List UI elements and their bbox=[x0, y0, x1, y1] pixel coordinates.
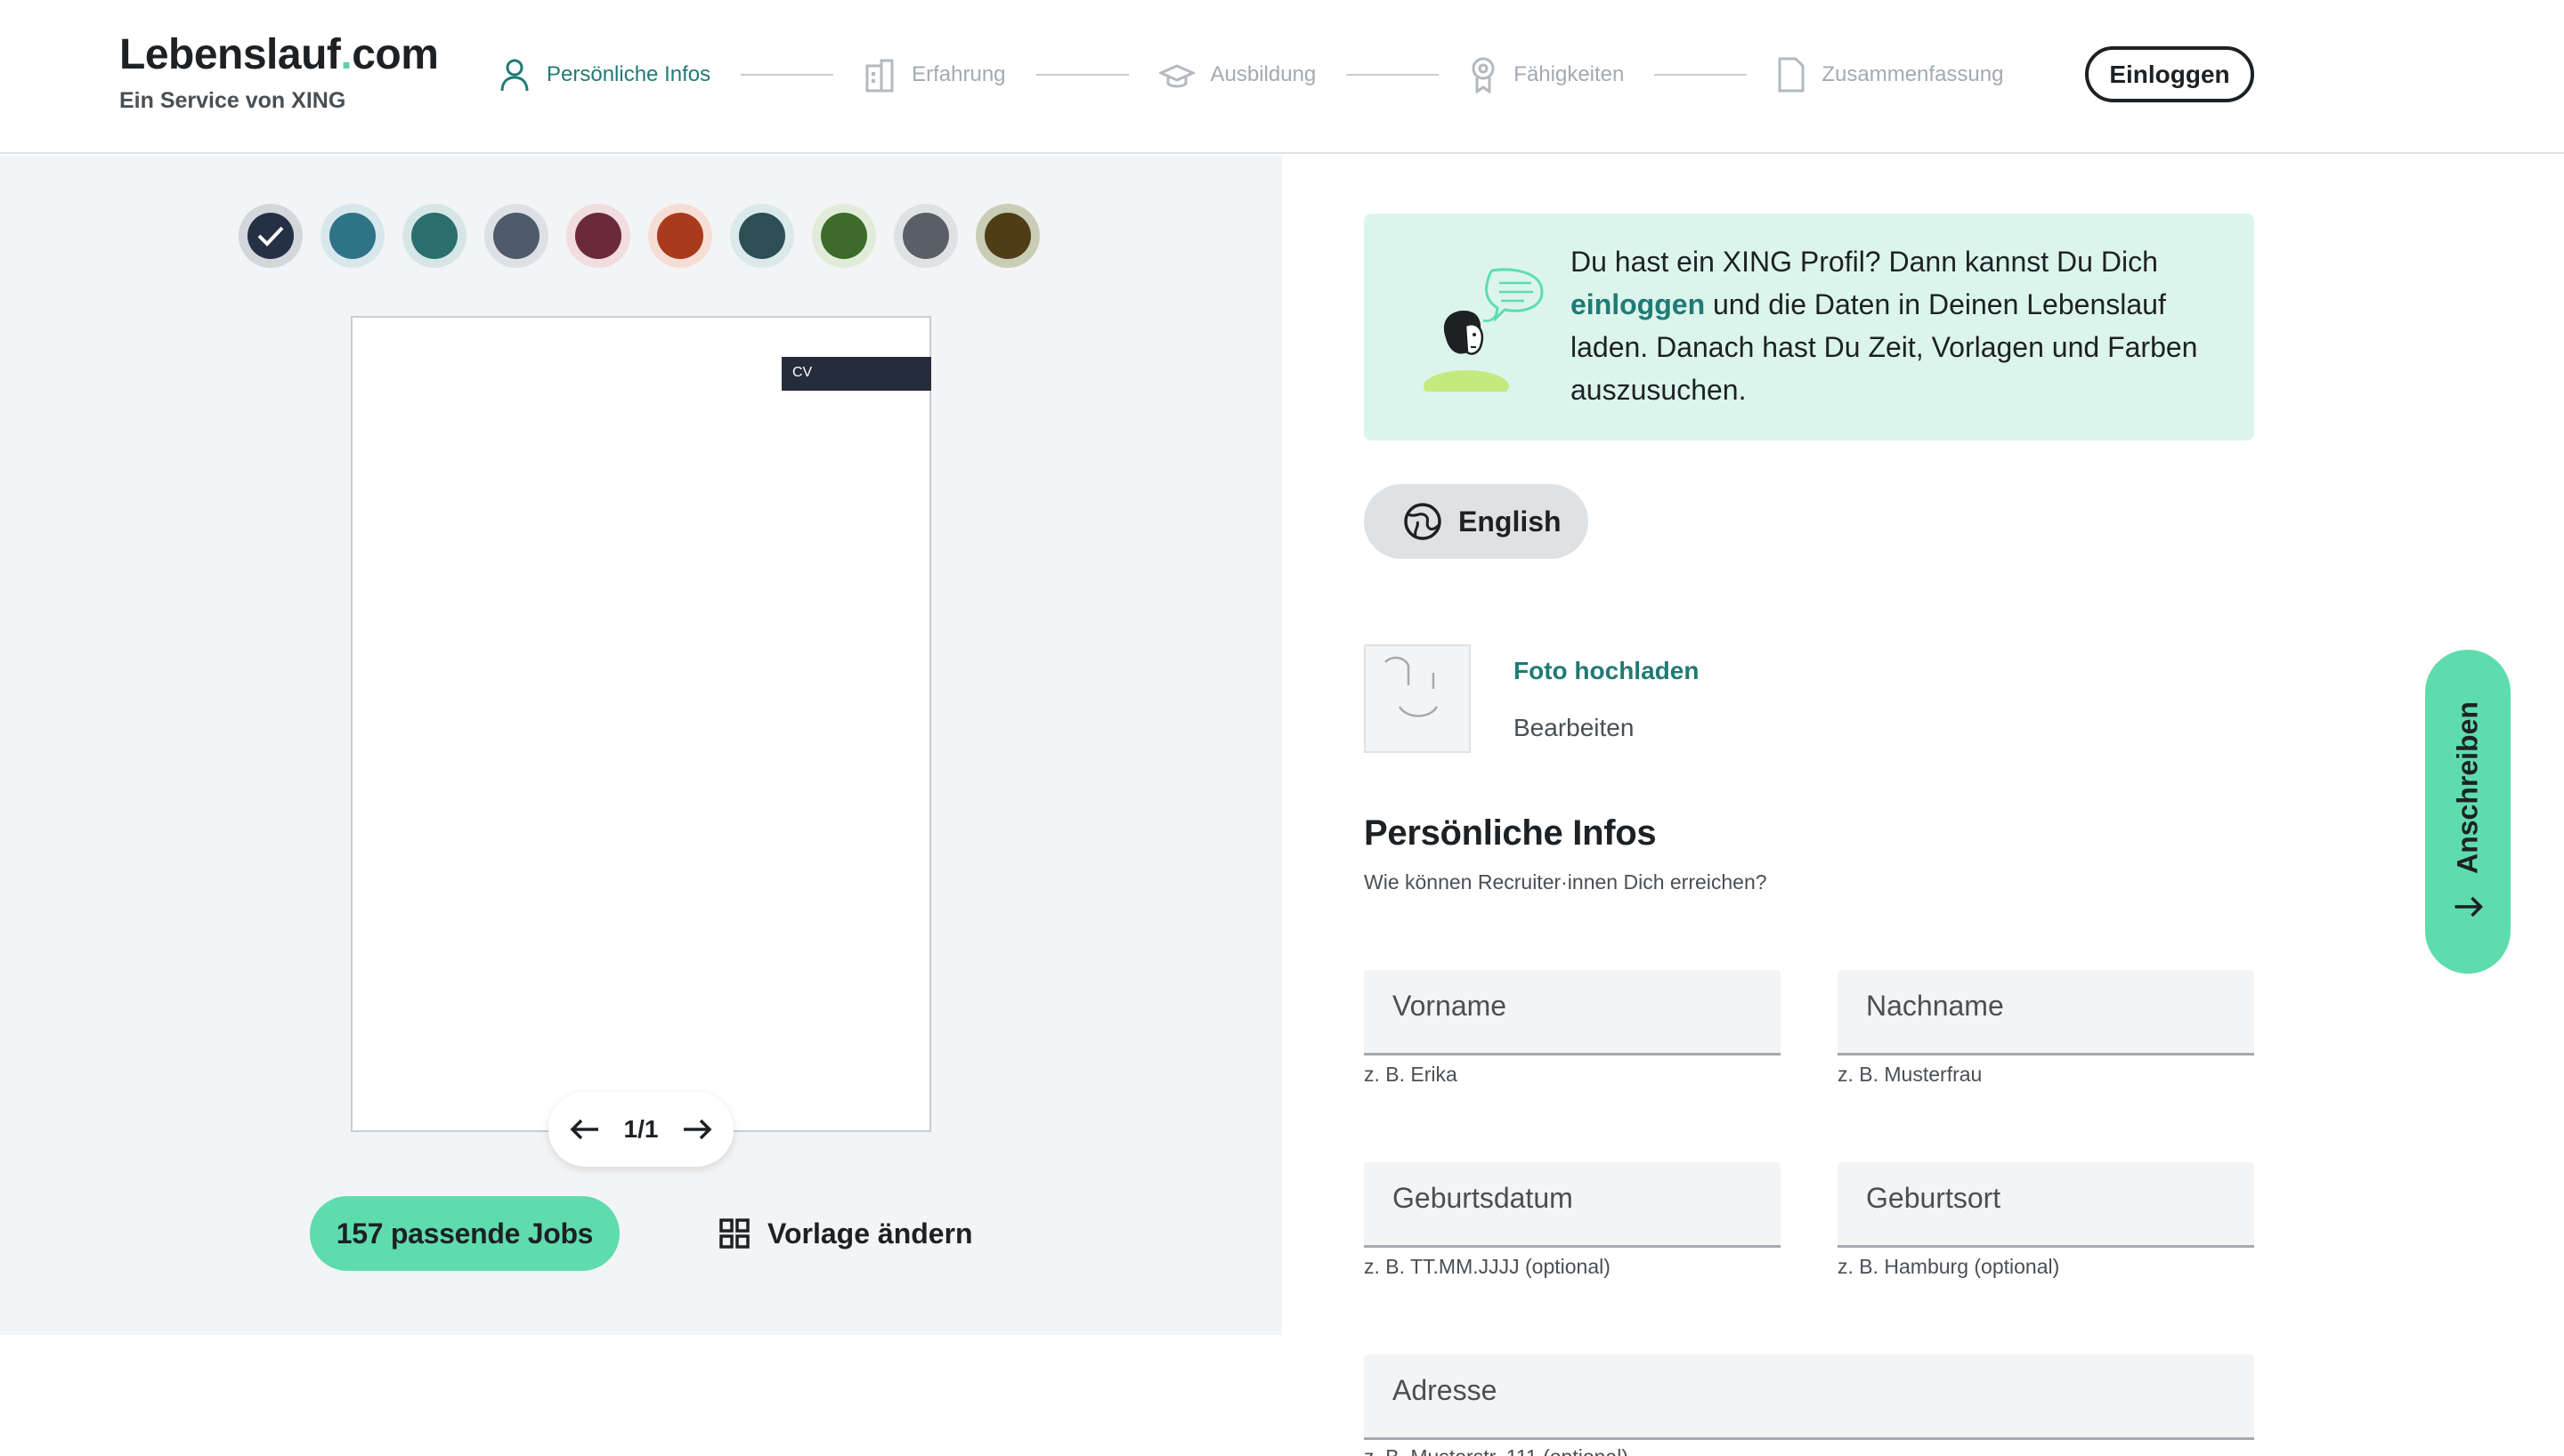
logo[interactable]: Lebenslauf.com Ein Service von XING bbox=[119, 30, 439, 114]
color-swatch[interactable] bbox=[320, 204, 385, 268]
change-template-button[interactable]: Vorlage ändern bbox=[719, 1196, 973, 1271]
color-swatch[interactable] bbox=[239, 204, 303, 268]
person-speech-illustration bbox=[1417, 267, 1551, 402]
color-swatch[interactable] bbox=[812, 204, 876, 268]
color-swatch-fill bbox=[575, 213, 621, 259]
step-personal-info[interactable]: Persönliche Infos bbox=[499, 57, 710, 93]
color-swatch-fill bbox=[657, 213, 703, 259]
last-name-field[interactable]: Nachname bbox=[1838, 970, 2254, 1056]
color-swatch[interactable] bbox=[894, 204, 958, 268]
globe-icon bbox=[1404, 503, 1441, 540]
logo-subtitle: Ein Service von XING bbox=[119, 88, 346, 113]
birth-date-hint: z. B. TT.MM.JJJJ (optional) bbox=[1364, 1255, 1611, 1278]
arrow-right-icon[interactable] bbox=[682, 1119, 712, 1140]
step-summary[interactable]: Zusammenfassung bbox=[1777, 56, 2003, 93]
graduation-cap-icon bbox=[1158, 64, 1195, 88]
progress-steps: Persönliche Infos Erfahrung Ausbildung F… bbox=[499, 52, 2003, 98]
cv-preview-pane: CV 1/1 157 passende Jobs Vorlage ändern bbox=[0, 156, 1282, 1335]
address-field[interactable]: Adresse bbox=[1364, 1355, 2254, 1440]
face-placeholder-icon bbox=[1384, 656, 1439, 717]
cv-tag: CV bbox=[782, 357, 931, 391]
step-label: Persönliche Infos bbox=[547, 62, 711, 86]
section-title: Persönliche Infos bbox=[1364, 813, 1657, 853]
field-label: Vorname bbox=[1392, 990, 1507, 1022]
birth-place-field[interactable]: Geburtsort bbox=[1838, 1162, 2254, 1248]
step-divider bbox=[1346, 74, 1440, 76]
birth-date-field[interactable]: Geburtsdatum bbox=[1364, 1162, 1781, 1248]
language-button[interactable]: English bbox=[1364, 484, 1588, 559]
arrow-left-icon[interactable] bbox=[570, 1119, 600, 1140]
cover-letter-button[interactable]: Anschreiben bbox=[2425, 650, 2511, 974]
color-swatch-fill bbox=[903, 213, 949, 259]
color-swatch[interactable] bbox=[566, 204, 630, 268]
last-name-hint: z. B. Musterfrau bbox=[1838, 1063, 1983, 1086]
document-icon bbox=[1778, 57, 1805, 93]
logo-wordmark: Lebenslauf.com bbox=[119, 31, 439, 78]
step-skills[interactable]: Fähigkeiten bbox=[1469, 56, 1624, 93]
step-divider bbox=[1654, 74, 1748, 76]
color-swatches bbox=[239, 204, 1058, 268]
top-header: Lebenslauf.com Ein Service von XING Pers… bbox=[0, 0, 2564, 154]
cv-page-preview[interactable]: CV bbox=[351, 316, 931, 1132]
step-label: Fähigkeiten bbox=[1513, 62, 1625, 86]
step-label: Ausbildung bbox=[1210, 62, 1317, 86]
section-subtitle: Wie können Recruiter·innen Dich erreiche… bbox=[1364, 870, 1767, 894]
color-swatch-fill bbox=[821, 213, 867, 259]
arrow-right-icon bbox=[2454, 896, 2483, 918]
login-button[interactable]: Einloggen bbox=[2085, 46, 2254, 102]
photo-edit-link[interactable]: Bearbeiten bbox=[1513, 714, 1634, 742]
photo-placeholder[interactable] bbox=[1364, 644, 1471, 753]
color-swatch[interactable] bbox=[648, 204, 712, 268]
grid-icon bbox=[719, 1218, 750, 1249]
matching-jobs-button[interactable]: 157 passende Jobs bbox=[310, 1196, 620, 1271]
color-swatch-fill bbox=[985, 213, 1031, 259]
first-name-hint: z. B. Erika bbox=[1364, 1063, 1457, 1086]
step-label: Zusammenfassung bbox=[1822, 62, 2004, 86]
color-swatch-fill bbox=[493, 213, 540, 259]
xing-login-banner: Du hast ein XING Profil? Dann kannst Du … bbox=[1364, 214, 2254, 441]
field-label: Geburtsort bbox=[1866, 1182, 2001, 1214]
checkmark-icon bbox=[257, 226, 284, 247]
color-swatch[interactable] bbox=[730, 204, 794, 268]
page-pager: 1/1 bbox=[548, 1092, 734, 1167]
award-icon bbox=[1472, 57, 1495, 93]
color-swatch-fill bbox=[329, 213, 376, 259]
field-label: Geburtsdatum bbox=[1392, 1182, 1573, 1214]
color-swatch[interactable] bbox=[402, 204, 467, 268]
step-divider bbox=[1035, 74, 1129, 76]
building-icon bbox=[865, 59, 894, 93]
step-experience[interactable]: Erfahrung bbox=[864, 57, 1006, 93]
page-indicator: 1/1 bbox=[623, 1115, 659, 1143]
change-template-label: Vorlage ändern bbox=[767, 1217, 973, 1250]
login-link[interactable]: einloggen bbox=[1570, 288, 1705, 320]
birth-place-hint: z. B. Hamburg (optional) bbox=[1838, 1255, 2060, 1278]
step-education[interactable]: Ausbildung bbox=[1158, 59, 1317, 91]
cover-letter-label: Anschreiben bbox=[2452, 701, 2485, 922]
person-icon bbox=[500, 59, 529, 92]
color-swatch[interactable] bbox=[976, 204, 1040, 268]
step-label: Erfahrung bbox=[912, 62, 1006, 86]
step-divider bbox=[741, 74, 834, 76]
color-swatch-fill bbox=[739, 213, 785, 259]
field-label: Nachname bbox=[1866, 990, 2004, 1022]
photo-upload-link[interactable]: Foto hochladen bbox=[1513, 657, 1699, 685]
language-label: English bbox=[1458, 505, 1562, 538]
address-hint: z. B. Musterstr. 111 (optional) bbox=[1364, 1445, 1628, 1456]
color-swatch[interactable] bbox=[484, 204, 548, 268]
banner-text: Du hast ein XING Profil? Dann kannst Du … bbox=[1570, 246, 2198, 406]
first-name-field[interactable]: Vorname bbox=[1364, 970, 1781, 1056]
color-swatch-fill bbox=[411, 213, 458, 259]
color-swatch-fill bbox=[247, 213, 294, 259]
field-label: Adresse bbox=[1392, 1374, 1497, 1406]
